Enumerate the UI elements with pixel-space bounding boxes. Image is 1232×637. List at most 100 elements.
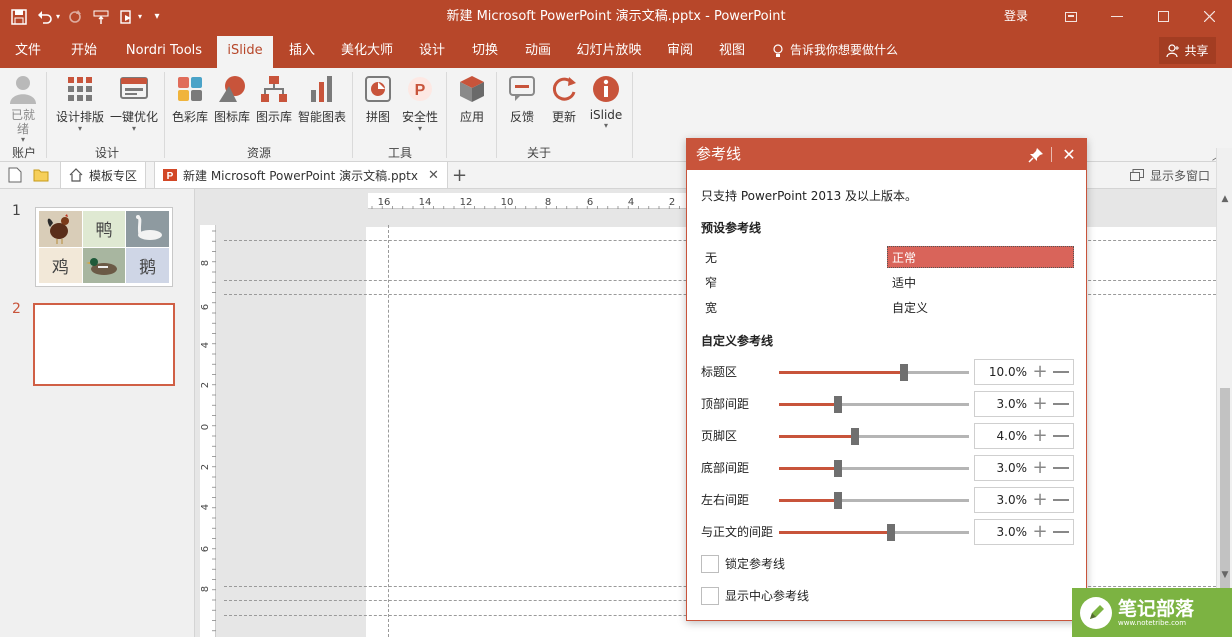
guide-slider[interactable] bbox=[779, 364, 969, 381]
center-guides-checkbox[interactable] bbox=[701, 587, 719, 605]
puzzle-button[interactable]: 拼图 bbox=[360, 74, 396, 125]
tab-file[interactable]: 文件 bbox=[6, 33, 50, 68]
guide-value[interactable]: 3.0% bbox=[979, 392, 1028, 416]
decrement-icon[interactable] bbox=[1053, 403, 1069, 405]
slider-knob[interactable] bbox=[900, 364, 909, 381]
increment-icon[interactable]: + bbox=[1032, 456, 1048, 480]
increment-icon[interactable]: + bbox=[1032, 488, 1048, 512]
touch-mode-icon[interactable] bbox=[90, 6, 112, 28]
scroll-down-icon[interactable]: ▼ bbox=[1217, 568, 1232, 582]
color-library-button[interactable]: 色彩库 bbox=[170, 74, 210, 125]
guide-value-field[interactable]: 3.0% + bbox=[974, 487, 1074, 513]
multi-window-button[interactable]: 显示多窗口 bbox=[1130, 162, 1210, 188]
guide-value-field[interactable]: 3.0% + bbox=[974, 519, 1074, 545]
decrement-icon[interactable] bbox=[1053, 531, 1069, 533]
undo-icon[interactable] bbox=[34, 6, 56, 28]
preset-none[interactable]: 无 bbox=[701, 247, 887, 269]
decrement-icon[interactable] bbox=[1053, 371, 1069, 373]
tab-transitions[interactable]: 切换 bbox=[463, 33, 507, 68]
tab-view[interactable]: 视图 bbox=[710, 33, 754, 68]
guide-value[interactable]: 10.0% bbox=[979, 360, 1027, 384]
tab-design[interactable]: 设计 bbox=[410, 33, 454, 68]
slider-knob[interactable] bbox=[833, 460, 842, 477]
decrement-icon[interactable] bbox=[1053, 467, 1069, 469]
guide-slider[interactable] bbox=[779, 524, 969, 541]
diagram-library-button[interactable]: 图示库 bbox=[254, 74, 294, 125]
islide-about-button[interactable]: iSlide ▾ bbox=[586, 74, 626, 130]
security-button[interactable]: P 安全性 ▾ bbox=[400, 74, 440, 133]
vertical-scrollbar[interactable]: ▲ ▼ bbox=[1216, 148, 1232, 637]
login-link[interactable]: 登录 bbox=[1004, 0, 1028, 33]
scroll-up-icon[interactable]: ▲ bbox=[1217, 192, 1232, 206]
guide-slider[interactable] bbox=[779, 396, 969, 413]
tab-home[interactable]: 开始 bbox=[62, 33, 106, 68]
slide-thumbnail-2[interactable] bbox=[33, 303, 175, 386]
save-icon[interactable] bbox=[8, 6, 30, 28]
preset-normal[interactable]: 正常 bbox=[887, 246, 1074, 268]
guide-slider[interactable] bbox=[779, 460, 969, 477]
increment-icon[interactable]: + bbox=[1032, 360, 1048, 384]
close-tab-icon[interactable]: ✕ bbox=[428, 168, 439, 183]
guide-value[interactable]: 3.0% bbox=[979, 456, 1028, 480]
slider-knob[interactable] bbox=[851, 428, 859, 445]
smart-chart-button[interactable]: 智能图表 bbox=[296, 74, 348, 125]
from-beginning-icon[interactable] bbox=[116, 6, 138, 28]
minimize-icon[interactable] bbox=[1094, 0, 1140, 33]
slide-thumbnail-1[interactable]: 鸭 鸡 鹅 bbox=[35, 207, 173, 287]
maximize-icon[interactable] bbox=[1140, 0, 1186, 33]
guide-value[interactable]: 3.0% bbox=[979, 488, 1028, 512]
decrement-icon[interactable] bbox=[1053, 499, 1069, 501]
update-button[interactable]: 更新 bbox=[546, 74, 582, 125]
start-dropdown-icon[interactable]: ▾ bbox=[138, 12, 142, 21]
apply-button[interactable]: 应用 bbox=[454, 74, 490, 125]
guide-value-field[interactable]: 4.0% + bbox=[974, 423, 1074, 449]
preset-narrow[interactable]: 窄 bbox=[701, 272, 887, 294]
tab-review[interactable]: 审阅 bbox=[658, 33, 702, 68]
open-folder-icon[interactable] bbox=[33, 162, 49, 188]
share-button[interactable]: 共享 bbox=[1159, 37, 1216, 64]
customize-qat-icon[interactable]: ▾ bbox=[146, 6, 168, 28]
guide-line-vertical[interactable] bbox=[388, 225, 389, 637]
ribbon-display-icon[interactable] bbox=[1048, 0, 1094, 33]
preset-wide[interactable]: 宽 bbox=[701, 297, 887, 319]
tab-islide[interactable]: iSlide bbox=[217, 36, 273, 68]
guide-slider[interactable] bbox=[779, 492, 969, 509]
undo-dropdown-icon[interactable]: ▾ bbox=[56, 12, 60, 21]
close-window-icon[interactable] bbox=[1186, 0, 1232, 33]
lock-guides-checkbox[interactable] bbox=[701, 555, 719, 573]
slider-knob[interactable] bbox=[833, 492, 842, 509]
guide-value-field[interactable]: 3.0% + bbox=[974, 391, 1074, 417]
center-guides-option[interactable]: 显示中心参考线 bbox=[701, 587, 1076, 607]
current-document-tab[interactable]: P 新建 Microsoft PowerPoint 演示文稿.pptx ✕ bbox=[154, 162, 448, 188]
one-click-optimize-button[interactable]: 一键优化 ▾ bbox=[108, 74, 160, 133]
lock-guides-option[interactable]: 锁定参考线 bbox=[701, 555, 1076, 575]
close-icon[interactable]: ✕ bbox=[1058, 144, 1080, 166]
design-layout-button[interactable]: 设计排版 ▾ bbox=[54, 74, 106, 133]
guide-value[interactable]: 3.0% bbox=[979, 520, 1028, 544]
new-doc-icon[interactable] bbox=[8, 162, 22, 188]
tab-slideshow[interactable]: 幻灯片放映 bbox=[570, 33, 648, 68]
tab-insert[interactable]: 插入 bbox=[280, 33, 324, 68]
tab-nordri-tools[interactable]: Nordri Tools bbox=[118, 33, 210, 68]
increment-icon[interactable]: + bbox=[1032, 392, 1048, 416]
tab-animations[interactable]: 动画 bbox=[516, 33, 560, 68]
guide-value-field[interactable]: 3.0% + bbox=[974, 455, 1074, 481]
redo-icon[interactable] bbox=[64, 6, 86, 28]
guide-slider[interactable] bbox=[779, 428, 969, 445]
tab-meihua[interactable]: 美化大师 bbox=[334, 33, 400, 68]
tell-me-box[interactable]: 告诉我你想要做什么 bbox=[772, 33, 898, 68]
scroll-thumb[interactable] bbox=[1220, 388, 1230, 588]
preset-moderate[interactable]: 适中 bbox=[888, 272, 1074, 294]
guide-value-field[interactable]: 10.0% + bbox=[974, 359, 1074, 385]
guide-value[interactable]: 4.0% bbox=[979, 424, 1028, 448]
slider-knob[interactable] bbox=[833, 396, 842, 413]
account-button[interactable]: 已就绪 ▾ bbox=[8, 74, 38, 144]
template-zone-tab[interactable]: 模板专区 bbox=[60, 162, 147, 188]
slider-knob[interactable] bbox=[887, 524, 896, 541]
feedback-button[interactable]: 反馈 bbox=[504, 74, 540, 125]
increment-icon[interactable]: + bbox=[1032, 520, 1048, 544]
decrement-icon[interactable] bbox=[1053, 435, 1069, 437]
icon-library-button[interactable]: 图标库 bbox=[212, 74, 252, 125]
increment-icon[interactable]: + bbox=[1032, 424, 1048, 448]
pin-icon[interactable] bbox=[1026, 145, 1046, 165]
